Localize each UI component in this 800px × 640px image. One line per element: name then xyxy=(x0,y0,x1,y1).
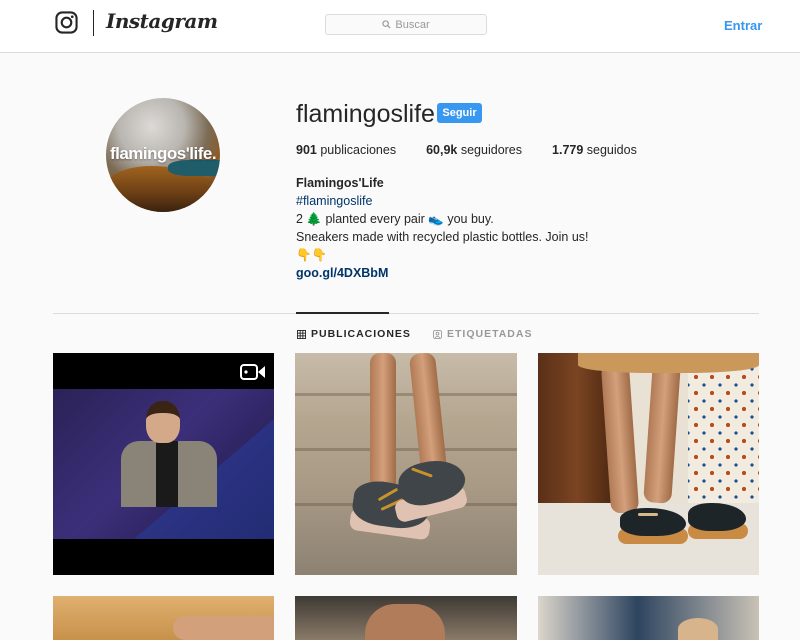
stat-posts: 901 publicaciones xyxy=(296,143,396,157)
tab-tagged[interactable]: ETIQUETADAS xyxy=(433,328,532,340)
profile-avatar[interactable]: flamingos'life. xyxy=(106,98,220,212)
tag-icon xyxy=(433,329,442,339)
bio-external-link[interactable]: goo.gl/4DXBbM xyxy=(296,264,589,282)
speaker-shirt xyxy=(156,441,178,507)
bio-line-3: 👇👇 xyxy=(296,248,328,262)
following-label: seguidos xyxy=(586,143,637,157)
profile-username: flamingoslife xyxy=(296,100,435,128)
tabs-divider xyxy=(53,313,759,314)
followers-count: 60,9k xyxy=(426,143,458,157)
stat-following[interactable]: 1.779 seguidos xyxy=(552,143,637,157)
post-thumbnail[interactable] xyxy=(53,353,274,575)
video-icon xyxy=(240,364,265,380)
stone-step xyxy=(295,448,517,451)
search-icon xyxy=(382,20,391,29)
speaker-head xyxy=(146,401,180,443)
search-input[interactable]: Buscar xyxy=(325,14,487,35)
post-thumbnail[interactable] xyxy=(53,596,274,640)
profile-bio: Flamingos'Life #flamingoslife 2 🌲 plante… xyxy=(296,174,589,282)
header-divider xyxy=(93,10,94,36)
leg xyxy=(408,353,448,475)
leg xyxy=(370,353,396,493)
posts-count: 901 xyxy=(296,143,317,157)
avatar-logo-text: flamingos'life. xyxy=(109,144,217,163)
person-head xyxy=(678,618,718,640)
login-link[interactable]: Entrar xyxy=(724,18,762,33)
following-count: 1.779 xyxy=(552,143,584,157)
bio-hashtag-link[interactable]: #flamingoslife xyxy=(296,192,589,210)
arm xyxy=(173,616,274,640)
top-nav: Instagram Buscar Entrar xyxy=(0,0,800,53)
leg xyxy=(643,362,681,504)
post-thumbnail[interactable] xyxy=(538,353,759,575)
search-placeholder: Buscar xyxy=(395,18,430,31)
active-tab-indicator xyxy=(296,312,389,314)
profile-full-name: Flamingos'Life xyxy=(296,176,384,190)
bio-line-1: 2 🌲 planted every pair 👟 you buy. xyxy=(296,212,494,226)
followers-label: seguidores xyxy=(460,143,523,157)
follow-button[interactable]: Seguir xyxy=(437,103,482,123)
hands xyxy=(365,604,445,640)
post-thumbnail[interactable] xyxy=(295,596,517,640)
shoelace xyxy=(638,513,658,516)
skirt xyxy=(578,353,759,373)
post-thumbnail[interactable] xyxy=(538,596,759,640)
stat-followers[interactable]: 60,9k seguidores xyxy=(426,143,522,157)
post-thumbnail[interactable] xyxy=(295,353,517,575)
tab-tagged-label: ETIQUETADAS xyxy=(447,328,533,340)
tab-posts[interactable]: PUBLICACIONES xyxy=(297,328,411,340)
tab-posts-label: PUBLICACIONES xyxy=(311,328,411,340)
patterned-tiles xyxy=(688,353,759,518)
stone-step xyxy=(295,393,517,396)
instagram-wordmark[interactable]: Instagram xyxy=(106,9,218,33)
posts-label: publicaciones xyxy=(320,143,397,157)
instagram-logo-icon[interactable] xyxy=(55,11,78,34)
bio-line-2: Sneakers made with recycled plastic bott… xyxy=(296,230,589,244)
profile-stats: 901 publicaciones 60,9k seguidores 1.779… xyxy=(296,143,667,157)
grid-icon xyxy=(297,329,306,339)
